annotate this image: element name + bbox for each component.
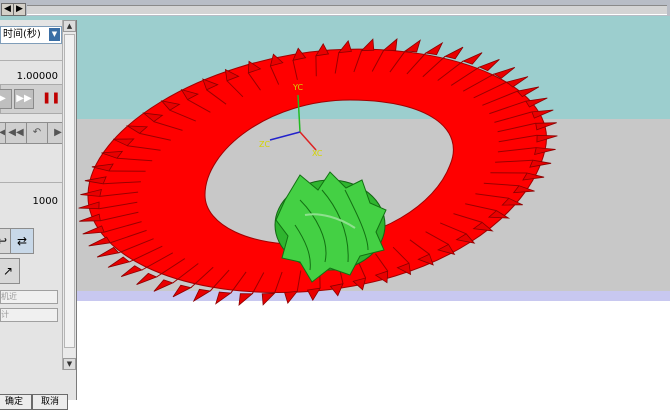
ok-button[interactable]: 确定: [0, 394, 32, 410]
scroll-thumb[interactable]: [64, 34, 75, 348]
step-toolbar: ◀ ◀◀ ↶ ▶: [0, 120, 62, 144]
path-icon[interactable]: ↗: [0, 258, 20, 284]
time-unit-select[interactable]: 时间(秒) ▼: [0, 26, 62, 44]
speed-value: 1.00000: [17, 71, 58, 82]
cancel-button[interactable]: 取消: [32, 394, 68, 410]
step-forward-icon[interactable]: ▶: [47, 122, 62, 144]
scroll-right-icon[interactable]: ▶: [13, 3, 26, 16]
graphics-viewport[interactable]: YC ZC XC: [0, 16, 670, 400]
gear-scene: [0, 16, 670, 400]
pause-button[interactable]: ❚❚: [42, 90, 56, 106]
scroll-up-icon[interactable]: ▲: [63, 20, 76, 32]
fast-forward-button[interactable]: ▶▶: [14, 89, 34, 109]
field-1[interactable]: 机近: [0, 290, 58, 304]
field-2[interactable]: 计: [0, 308, 58, 322]
divider: [0, 60, 62, 61]
scroll-track[interactable]: [27, 5, 667, 15]
lower-background: [0, 301, 670, 400]
play-button[interactable]: ▶: [0, 89, 12, 109]
swap-direction-icon[interactable]: ⇄: [10, 228, 34, 254]
time-unit-value: 时间(秒): [3, 27, 41, 43]
rewind-icon[interactable]: ◀◀: [5, 122, 27, 144]
steps-value: 1000: [33, 196, 58, 207]
axis-label-z: ZC: [259, 140, 270, 149]
axis-label-y: YC: [293, 83, 303, 92]
chevron-down-icon[interactable]: ▼: [49, 28, 60, 41]
scroll-down-icon[interactable]: ▼: [63, 358, 76, 370]
playback-controls: ▶ ▶▶ ❚❚: [0, 84, 62, 114]
panel-scrollbar[interactable]: ▲ ▼: [62, 20, 75, 370]
divider: [0, 182, 62, 183]
step-icon[interactable]: ↶: [26, 122, 48, 144]
animation-dialog: 时间(秒) ▼ 1.00000 ▶ ▶▶ ❚❚ ◀ ◀◀ ↶ ▶ 1000 ↩ …: [0, 20, 77, 400]
axis-label-x: XC: [312, 149, 322, 158]
